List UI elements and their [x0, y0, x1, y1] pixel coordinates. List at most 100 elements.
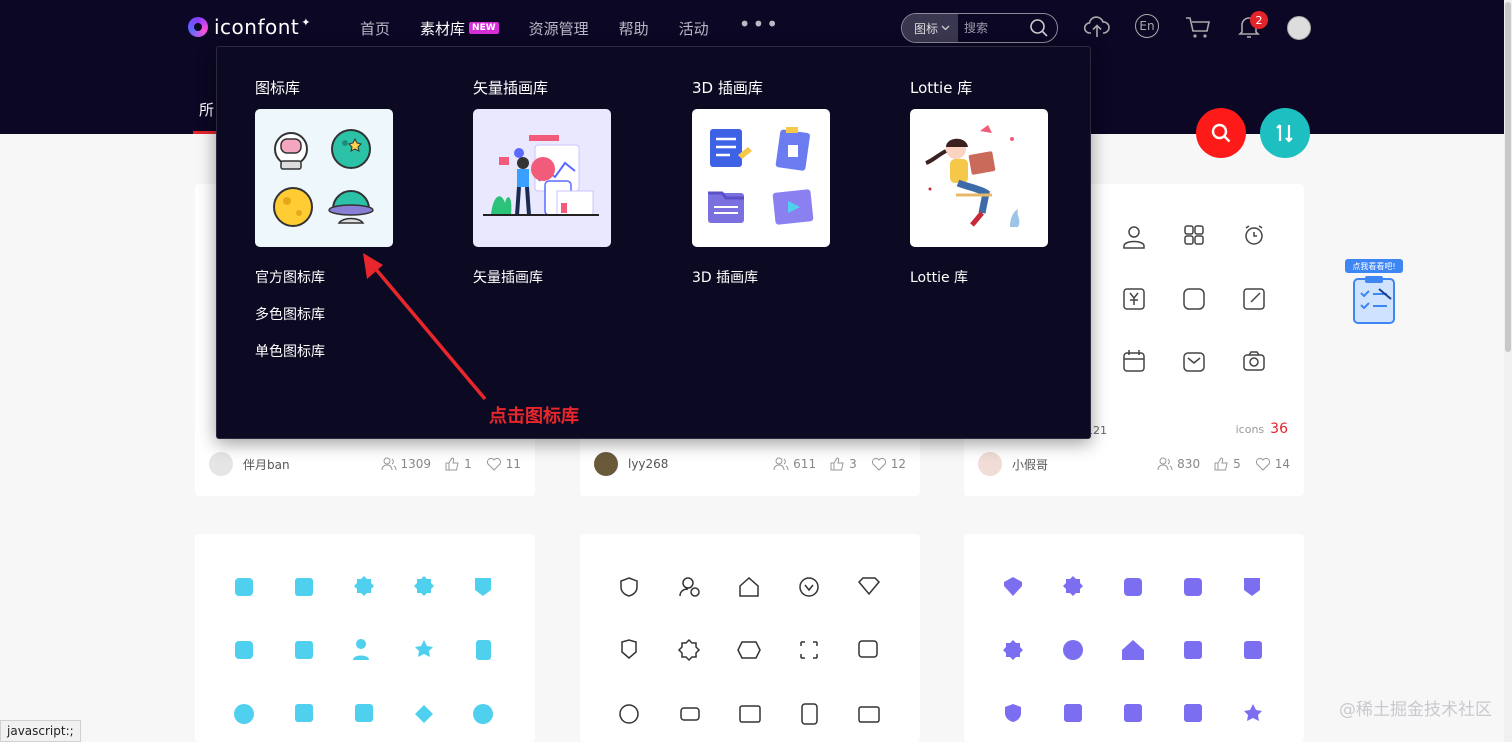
logo-text: iconfont — [214, 15, 300, 39]
collection-card-4[interactable] — [195, 534, 535, 742]
annotation-arrow — [363, 253, 487, 401]
new-badge: NEW — [469, 22, 499, 34]
likes-stat[interactable]: 3 — [830, 457, 857, 471]
vector-illustration-thumbnail[interactable] — [473, 109, 611, 247]
header-search: 图标 — [901, 13, 1058, 43]
author-name[interactable]: lyy268 — [628, 457, 668, 471]
dropdown-col-vector: 矢量插画库 矢量插画库 — [473, 77, 633, 286]
promo-tag: 点我看看吧! — [1345, 259, 1403, 273]
favs-stat[interactable]: 11 — [486, 457, 521, 471]
favs-count: 14 — [1274, 457, 1290, 471]
search-input[interactable] — [964, 21, 1035, 35]
logo[interactable]: iconfont ✦ — [188, 15, 310, 39]
scrollbar-thumb[interactable] — [1505, 2, 1511, 352]
views-count: 1309 — [400, 457, 432, 471]
card-meta: lyy268 611 3 12 — [594, 452, 906, 476]
favs-count: 11 — [505, 457, 521, 471]
avatar[interactable] — [978, 452, 1002, 476]
likes-stat[interactable]: 1 — [445, 457, 472, 471]
collection-card-5[interactable] — [580, 534, 920, 742]
thumbs-up-icon — [830, 457, 844, 471]
col-title[interactable]: 图标库 — [255, 77, 415, 97]
sort-icon — [1276, 124, 1293, 143]
favs-count: 12 — [890, 457, 906, 471]
avatar[interactable] — [594, 452, 618, 476]
vector-illustration-link[interactable]: 矢量插画库 — [473, 267, 633, 286]
logo-icon — [188, 17, 208, 37]
card-meta: 小假哥 830 5 14 — [978, 452, 1290, 476]
cart-icon[interactable] — [1184, 14, 1212, 40]
likes-stat[interactable]: 5 — [1214, 457, 1241, 471]
users-icon — [381, 457, 397, 471]
card-meta: 伴月ban 1309 1 11 — [209, 452, 521, 476]
author-name[interactable]: 伴月ban — [243, 456, 290, 473]
likes-count: 3 — [849, 457, 857, 471]
likes-count: 5 — [1233, 457, 1241, 471]
search-type-select[interactable]: 图标 — [902, 14, 959, 42]
nav-activity[interactable]: 活动 — [679, 17, 709, 39]
main-nav: 首页 素材库 NEW 资源管理 帮助 活动 ••• — [360, 12, 780, 39]
planets-illustration — [273, 129, 374, 227]
thumbs-up-icon — [1214, 457, 1228, 471]
users-icon — [773, 457, 789, 471]
users-icon — [1157, 457, 1173, 471]
nav-more-icon[interactable]: ••• — [739, 12, 780, 36]
language-icon[interactable]: En — [1135, 14, 1159, 38]
nav-home[interactable]: 首页 — [360, 17, 390, 39]
girl-reading-illustration — [925, 125, 1020, 227]
search-type-label: 图标 — [914, 21, 939, 36]
dropdown-col-lottie: Lottie 库 Lottie 库 — [910, 77, 1070, 286]
views-stat: 1309 — [381, 457, 432, 471]
plus-icon: ✦ — [301, 15, 311, 29]
search-icon[interactable] — [1029, 18, 1049, 38]
icon-preview-grid — [234, 576, 493, 724]
nav-resources[interactable]: 资源管理 — [529, 17, 589, 39]
nav-home-label: 首页 — [360, 19, 391, 38]
tab-all-peek[interactable]: 所 — [199, 99, 214, 120]
chevron-down-icon — [941, 25, 950, 31]
heart-icon — [1255, 457, 1270, 471]
upload-cloud-icon[interactable] — [1083, 14, 1111, 40]
views-count: 611 — [793, 457, 817, 471]
watermark: @稀土掘金技术社区 — [1339, 700, 1492, 720]
lottie-thumbnail[interactable] — [910, 109, 1048, 247]
col-title[interactable]: 3D 插画库 — [692, 77, 852, 97]
views-stat: 611 — [773, 457, 816, 471]
notification-count: 2 — [1250, 11, 1268, 29]
favs-stat[interactable]: 12 — [871, 457, 906, 471]
nav-materials-label: 素材库 — [420, 19, 466, 38]
dropdown-col-3d: 3D 插画库 3D 插画库 — [692, 77, 852, 286]
icon-library-thumbnail[interactable] — [255, 109, 393, 247]
3d-illustration-thumbnail[interactable] — [692, 109, 830, 247]
favs-stat[interactable]: 14 — [1255, 457, 1290, 471]
clipboard-icon — [1353, 276, 1395, 324]
3d-illustration — [708, 127, 814, 225]
nav-help-label: 帮助 — [618, 19, 649, 38]
floating-sort-button[interactable] — [1260, 108, 1310, 158]
scrollbar[interactable] — [1504, 0, 1512, 742]
thumbs-up-icon — [445, 457, 459, 471]
col-title[interactable]: 矢量插画库 — [473, 77, 633, 97]
icons-count-value: 36 — [1270, 421, 1288, 437]
nav-activity-label: 活动 — [678, 19, 709, 38]
promo-widget[interactable]: 点我看看吧! — [1345, 259, 1403, 329]
avatar[interactable] — [209, 452, 233, 476]
nav-help[interactable]: 帮助 — [619, 17, 649, 39]
floating-search-button[interactable] — [1196, 108, 1246, 158]
icons-count: icons 36 — [1236, 421, 1288, 437]
views-stat: 830 — [1157, 457, 1200, 471]
icon-preview-grid — [619, 576, 881, 725]
3d-illustration-link[interactable]: 3D 插画库 — [692, 267, 852, 286]
nav-resources-label: 资源管理 — [528, 19, 589, 38]
collection-card-6[interactable] — [964, 534, 1304, 742]
icons-label: icons — [1235, 423, 1265, 436]
author-name[interactable]: 小假哥 — [1012, 456, 1048, 473]
lottie-link[interactable]: Lottie 库 — [910, 267, 1070, 286]
col-title[interactable]: Lottie 库 — [910, 77, 1070, 97]
likes-count: 1 — [464, 457, 472, 471]
browser-status-bar: javascript:; — [0, 720, 81, 742]
heart-icon — [486, 457, 501, 471]
icon-preview-grid — [1123, 225, 1265, 372]
user-avatar[interactable] — [1287, 16, 1311, 40]
nav-materials[interactable]: 素材库 NEW — [420, 17, 499, 39]
